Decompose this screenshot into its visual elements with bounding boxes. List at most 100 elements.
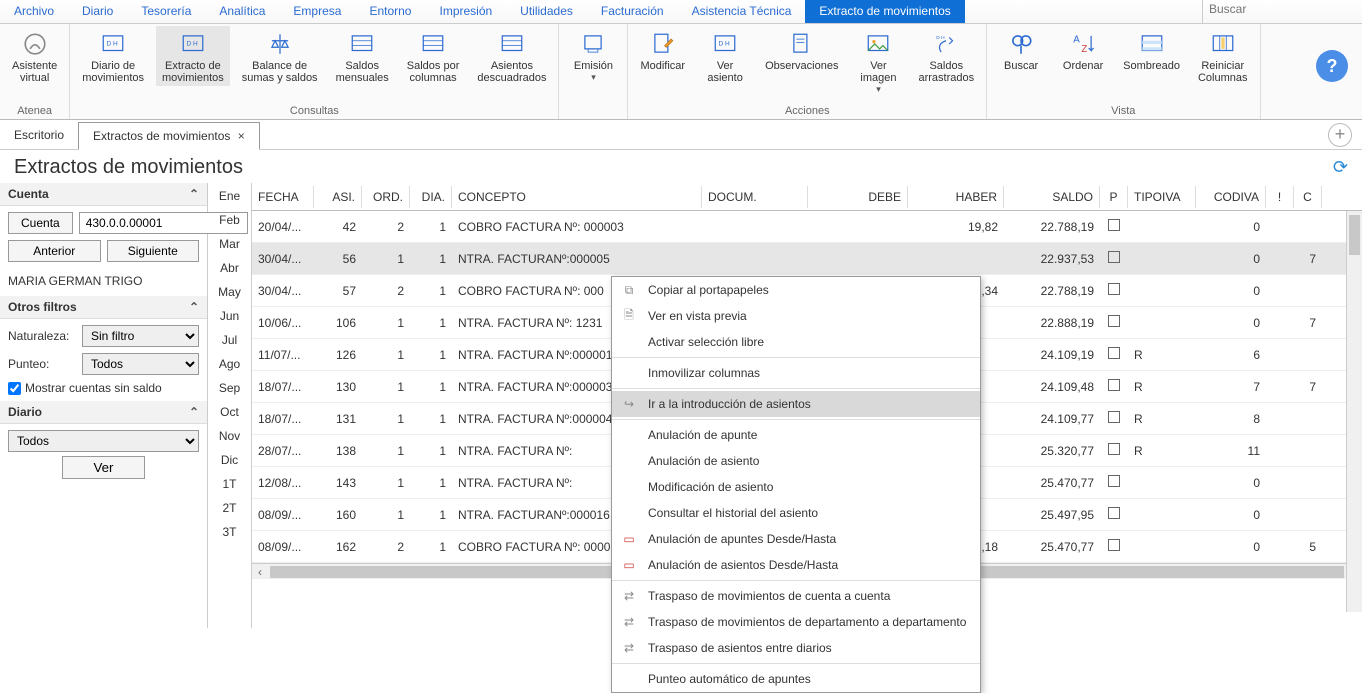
month-item[interactable]: Ene [219,189,240,203]
scroll-left-icon[interactable]: ‹ [252,565,268,579]
asistente-virtual-button[interactable]: Asistente virtual [6,26,63,86]
month-item[interactable]: Oct [220,405,239,419]
saldos-arrastrados-button[interactable]: D HSaldos arrastrados [912,26,980,86]
punteo-checkbox[interactable] [1108,219,1120,231]
context-menu-item[interactable]: ↪Ir a la introducción de asientos [612,391,980,417]
close-icon[interactable]: × [238,129,245,143]
refresh-icon[interactable]: ⟳ [1333,157,1348,178]
context-menu-item[interactable]: ▭Anulación de apuntes Desde/Hasta [612,526,980,552]
punteo-checkbox[interactable] [1108,507,1120,519]
context-menu-item[interactable]: ▭Anulación de asientos Desde/Hasta [612,552,980,578]
context-menu-item[interactable]: Activar selección libre [612,329,980,355]
balance-sumas-saldos-button[interactable]: Balance de sumas y saldos [236,26,324,86]
column-header[interactable]: C [1294,186,1322,208]
chevron-up-icon[interactable]: ⌃ [189,300,199,314]
sombreado-button[interactable]: Sombreado [1117,26,1186,74]
menu-asistencia[interactable]: Asistencia Técnica [678,0,806,23]
column-header[interactable]: ORD. [362,186,410,208]
chevron-up-icon[interactable]: ⌃ [189,405,199,419]
punteo-checkbox[interactable] [1108,347,1120,359]
context-menu-item[interactable]: ⇄Traspaso de movimientos de departamento… [612,609,980,635]
month-item[interactable]: 3T [222,525,236,539]
context-menu-item[interactable]: Punteo automático de apuntes [612,666,980,692]
month-item[interactable]: Sep [219,381,240,395]
punteo-checkbox[interactable] [1108,475,1120,487]
context-menu-item[interactable]: Anulación de asiento [612,448,980,474]
column-header[interactable]: TIPOIVA [1128,186,1196,208]
context-menu-item[interactable]: ⇄Traspaso de movimientos de cuenta a cue… [612,583,980,609]
diario-movimientos-button[interactable]: D HDiario de movimientos [76,26,150,86]
naturaleza-select[interactable]: Sin filtro [82,325,199,347]
column-header[interactable]: HABER [908,186,1004,208]
context-menu-item[interactable]: Consultar el historial del asiento [612,500,980,526]
context-menu-item[interactable]: 🗎Ver en vista previa [612,303,980,329]
menu-empresa[interactable]: Empresa [279,0,355,23]
punteo-checkbox[interactable] [1108,443,1120,455]
saldos-mensuales-button[interactable]: Saldos mensuales [330,26,395,86]
ver-button[interactable]: Ver [62,456,144,479]
column-header[interactable]: DOCUM. [702,186,808,208]
menu-tesoreria[interactable]: Tesorería [127,0,205,23]
add-tab-button[interactable]: + [1328,123,1352,147]
emision-button[interactable]: Emisión▾ [565,26,621,85]
context-menu-item[interactable]: ⧉Copiar al portapapeles [612,277,980,303]
column-header[interactable]: SALDO [1004,186,1100,208]
punteo-checkbox[interactable] [1108,283,1120,295]
month-item[interactable]: Jul [222,333,237,347]
anterior-button[interactable]: Anterior [8,240,101,262]
menu-analitica[interactable]: Analítica [205,0,279,23]
month-item[interactable]: Ago [219,357,240,371]
asientos-descuadrados-button[interactable]: Asientos descuadrados [471,26,552,86]
siguiente-button[interactable]: Siguiente [107,240,200,262]
month-item[interactable]: Nov [219,429,240,443]
punteo-checkbox[interactable] [1108,379,1120,391]
context-menu-item[interactable]: Inmovilizar columnas [612,360,980,386]
search-input[interactable] [1209,2,1356,16]
diario-select[interactable]: Todos [8,430,199,452]
extracto-movimientos-button[interactable]: D HExtracto de movimientos [156,26,230,86]
ver-imagen-button[interactable]: Ver imagen▾ [850,26,906,97]
column-header[interactable]: DEBE [808,186,908,208]
mostrar-sin-saldo-checkbox[interactable]: Mostrar cuentas sin saldo [8,381,199,395]
ordenar-button[interactable]: AZOrdenar [1055,26,1111,74]
month-item[interactable]: Mar [219,237,240,251]
column-header[interactable]: FECHA [252,186,314,208]
buscar-button[interactable]: Buscar [993,26,1049,74]
month-item[interactable]: May [218,285,241,299]
column-header[interactable]: CONCEPTO [452,186,702,208]
cuenta-lookup-button[interactable]: Cuenta [8,212,73,234]
menu-utilidades[interactable]: Utilidades [506,0,587,23]
column-header[interactable]: ! [1266,186,1294,208]
modificar-button[interactable]: Modificar [634,26,691,74]
chevron-down-icon[interactable]: ▾ [591,72,596,83]
context-menu-item[interactable]: ⇄Traspaso de asientos entre diarios [612,635,980,661]
reiniciar-columnas-button[interactable]: Reiniciar Columnas [1192,26,1254,86]
saldos-columnas-button[interactable]: Saldos por columnas [401,26,466,86]
month-item[interactable]: 2T [222,501,236,515]
chevron-down-icon[interactable]: ▾ [876,84,881,95]
punteo-checkbox[interactable] [1108,539,1120,551]
chevron-up-icon[interactable]: ⌃ [189,187,199,201]
menu-extracto-movimientos[interactable]: Extracto de movimientos [805,0,964,23]
column-header[interactable]: DIA. [410,186,452,208]
menu-diario[interactable]: Diario [68,0,127,23]
column-header[interactable]: P [1100,186,1128,208]
context-menu-item[interactable]: Modificación de asiento [612,474,980,500]
punteo-select[interactable]: Todos [82,353,199,375]
help-icon[interactable]: ? [1316,50,1348,82]
mostrar-sin-saldo-input[interactable] [8,382,21,395]
table-row[interactable]: 30/04/...5611NTRA. FACTURANº:00000522.93… [252,243,1362,275]
tab-escritorio[interactable]: Escritorio [0,122,78,148]
column-header[interactable]: ASI. [314,186,362,208]
menu-facturacion[interactable]: Facturación [587,0,678,23]
month-item[interactable]: Abr [220,261,239,275]
month-item[interactable]: Dic [221,453,238,467]
observaciones-button[interactable]: Observaciones [759,26,844,74]
tab-extractos-movimientos[interactable]: Extractos de movimientos × [78,122,260,150]
month-item[interactable]: Jun [220,309,239,323]
ver-asiento-button[interactable]: D HVer asiento [697,26,753,86]
punteo-checkbox[interactable] [1108,251,1120,263]
punteo-checkbox[interactable] [1108,315,1120,327]
month-item[interactable]: 1T [222,477,236,491]
vertical-scrollbar[interactable] [1346,211,1362,612]
